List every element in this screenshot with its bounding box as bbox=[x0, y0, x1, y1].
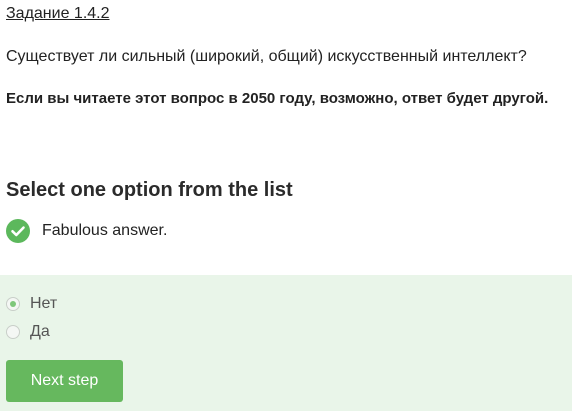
question-text: Существует ли сильный (широкий, общий) и… bbox=[6, 48, 527, 65]
option-net[interactable]: Нет bbox=[6, 294, 57, 314]
option-label: Да bbox=[30, 323, 50, 340]
step-page: Задание 1.4.2 Существует ли сильный (шир… bbox=[0, 0, 572, 411]
option-label: Нет bbox=[30, 295, 58, 312]
radio-button[interactable] bbox=[6, 325, 20, 339]
radio-button-checked[interactable] bbox=[6, 297, 20, 311]
task-link[interactable]: Задание 1.4.2 bbox=[6, 5, 110, 23]
question-note: Если вы читаете этот вопрос в 2050 году,… bbox=[6, 90, 549, 107]
feedback-message: Fabulous answer. bbox=[6, 219, 167, 243]
option-da[interactable]: Да bbox=[6, 322, 50, 342]
options-panel: Нет Да Next step bbox=[0, 275, 572, 411]
next-step-button[interactable]: Next step bbox=[6, 360, 123, 402]
feedback-text: Fabulous answer. bbox=[42, 222, 168, 239]
check-circle-icon bbox=[6, 219, 30, 243]
select-heading: Select one option from the list bbox=[6, 179, 293, 201]
